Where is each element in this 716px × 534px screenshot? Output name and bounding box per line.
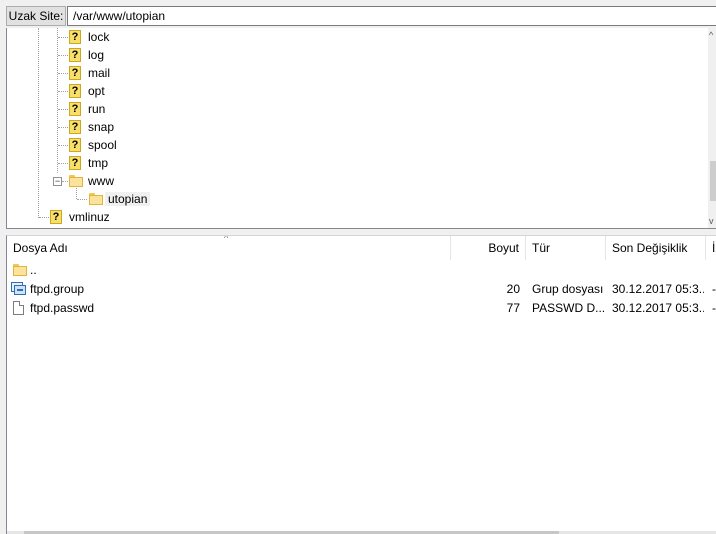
tree-item-label: log — [88, 48, 105, 62]
tree-item-label: www — [88, 174, 114, 188]
tree-connector — [58, 55, 68, 56]
tree-item-label: opt — [88, 84, 105, 98]
remote-directory-tree[interactable]: ? lock ? log ? mail ? opt ? run ? snap ?… — [6, 28, 716, 229]
tree-item-label: vmlinuz — [69, 210, 110, 224]
folder-icon — [89, 193, 103, 205]
remote-path-input[interactable] — [67, 6, 716, 26]
tree-connector — [58, 37, 68, 38]
tree-item-label: run — [88, 102, 106, 116]
unknown-folder-icon: ? — [69, 102, 81, 116]
file-name: ftpd.group — [30, 282, 85, 296]
column-header-modified[interactable]: Son Değişiklik — [606, 236, 706, 260]
tree-item-label: utopian — [105, 192, 151, 206]
column-header-permissions[interactable]: İz — [706, 236, 716, 260]
tree-connector — [58, 145, 68, 146]
file-type: PASSWD D... — [532, 301, 604, 315]
tree-item-utopian[interactable]: utopian — [7, 190, 707, 208]
tree-item-www[interactable]: − www — [7, 172, 707, 190]
column-header-size[interactable]: Boyut — [451, 236, 526, 260]
tree-item-mail[interactable]: ? mail — [7, 64, 707, 82]
tree-item-snap[interactable]: ? snap — [7, 118, 707, 136]
tree-item-label: mail — [88, 66, 111, 80]
tree-connector — [58, 91, 68, 92]
file-icon — [13, 301, 24, 315]
file-size: 77 — [506, 301, 520, 315]
tree-item-vmlinuz[interactable]: ? vmlinuz — [7, 208, 707, 226]
tree-vertical-scrollbar[interactable]: ^ v — [708, 28, 716, 228]
scroll-down-arrow-icon[interactable]: v — [709, 216, 714, 226]
column-header-type[interactable]: Tür — [526, 236, 606, 260]
remote-site-bar: Uzak Site: — [0, 0, 716, 30]
remote-file-list[interactable]: ^ Dosya Adı Boyut Tür Son Değişiklik İz … — [6, 235, 716, 534]
file-type: Grup dosyası — [532, 282, 604, 296]
scroll-thumb[interactable] — [710, 161, 716, 201]
folder-icon — [69, 175, 83, 187]
tree-item-label: snap — [88, 120, 115, 134]
tree-item-label: spool — [88, 138, 117, 152]
tree-item-label: tmp — [88, 156, 109, 170]
tree-item-log[interactable]: ? log — [7, 46, 707, 64]
tree-connector — [39, 217, 49, 218]
tree-connector — [77, 199, 87, 200]
unknown-folder-icon: ? — [69, 66, 81, 80]
file-permissions: - — [712, 282, 716, 296]
unknown-folder-icon: ? — [69, 30, 81, 44]
folder-icon — [13, 264, 27, 276]
unknown-folder-icon: ? — [69, 120, 81, 134]
tree-connector — [58, 73, 68, 74]
unknown-folder-icon: ? — [69, 84, 81, 98]
file-permissions: - — [712, 301, 716, 315]
tree-connector — [58, 127, 68, 128]
column-header-name[interactable]: Dosya Adı — [7, 236, 451, 260]
tree-item-spool[interactable]: ? spool — [7, 136, 707, 154]
file-row-ftpd-passwd[interactable]: ftpd.passwd 77 PASSWD D... 30.12.2017 05… — [7, 299, 716, 318]
file-modified: 30.12.2017 05:3... — [612, 282, 704, 296]
unknown-folder-icon: ? — [69, 48, 81, 62]
tree-item-run[interactable]: ? run — [7, 100, 707, 118]
scroll-up-arrow-icon[interactable]: ^ — [709, 30, 713, 40]
remote-site-label: Uzak Site: — [6, 6, 66, 26]
file-name: .. — [30, 263, 37, 277]
file-row-ftpd-group[interactable]: ftpd.group 20 Grup dosyası 30.12.2017 05… — [7, 280, 716, 299]
unknown-folder-icon: ? — [69, 138, 81, 152]
file-list-header: ^ Dosya Adı Boyut Tür Son Değişiklik İz — [7, 236, 716, 260]
tree-connector — [58, 109, 68, 110]
group-file-icon — [11, 282, 26, 296]
file-size: 20 — [506, 282, 520, 296]
file-row-parent[interactable]: .. — [7, 261, 716, 280]
unknown-folder-icon: ? — [69, 156, 81, 170]
tree-item-lock[interactable]: ? lock — [7, 28, 707, 46]
file-name: ftpd.passwd — [30, 301, 95, 315]
unknown-folder-icon: ? — [50, 210, 62, 224]
tree-connector — [58, 163, 68, 164]
tree-item-opt[interactable]: ? opt — [7, 82, 707, 100]
collapse-toggle[interactable]: − — [53, 177, 62, 186]
tree-item-tmp[interactable]: ? tmp — [7, 154, 707, 172]
file-modified: 30.12.2017 05:3... — [612, 301, 704, 315]
tree-item-label: lock — [88, 30, 110, 44]
tree-connector — [62, 181, 68, 182]
